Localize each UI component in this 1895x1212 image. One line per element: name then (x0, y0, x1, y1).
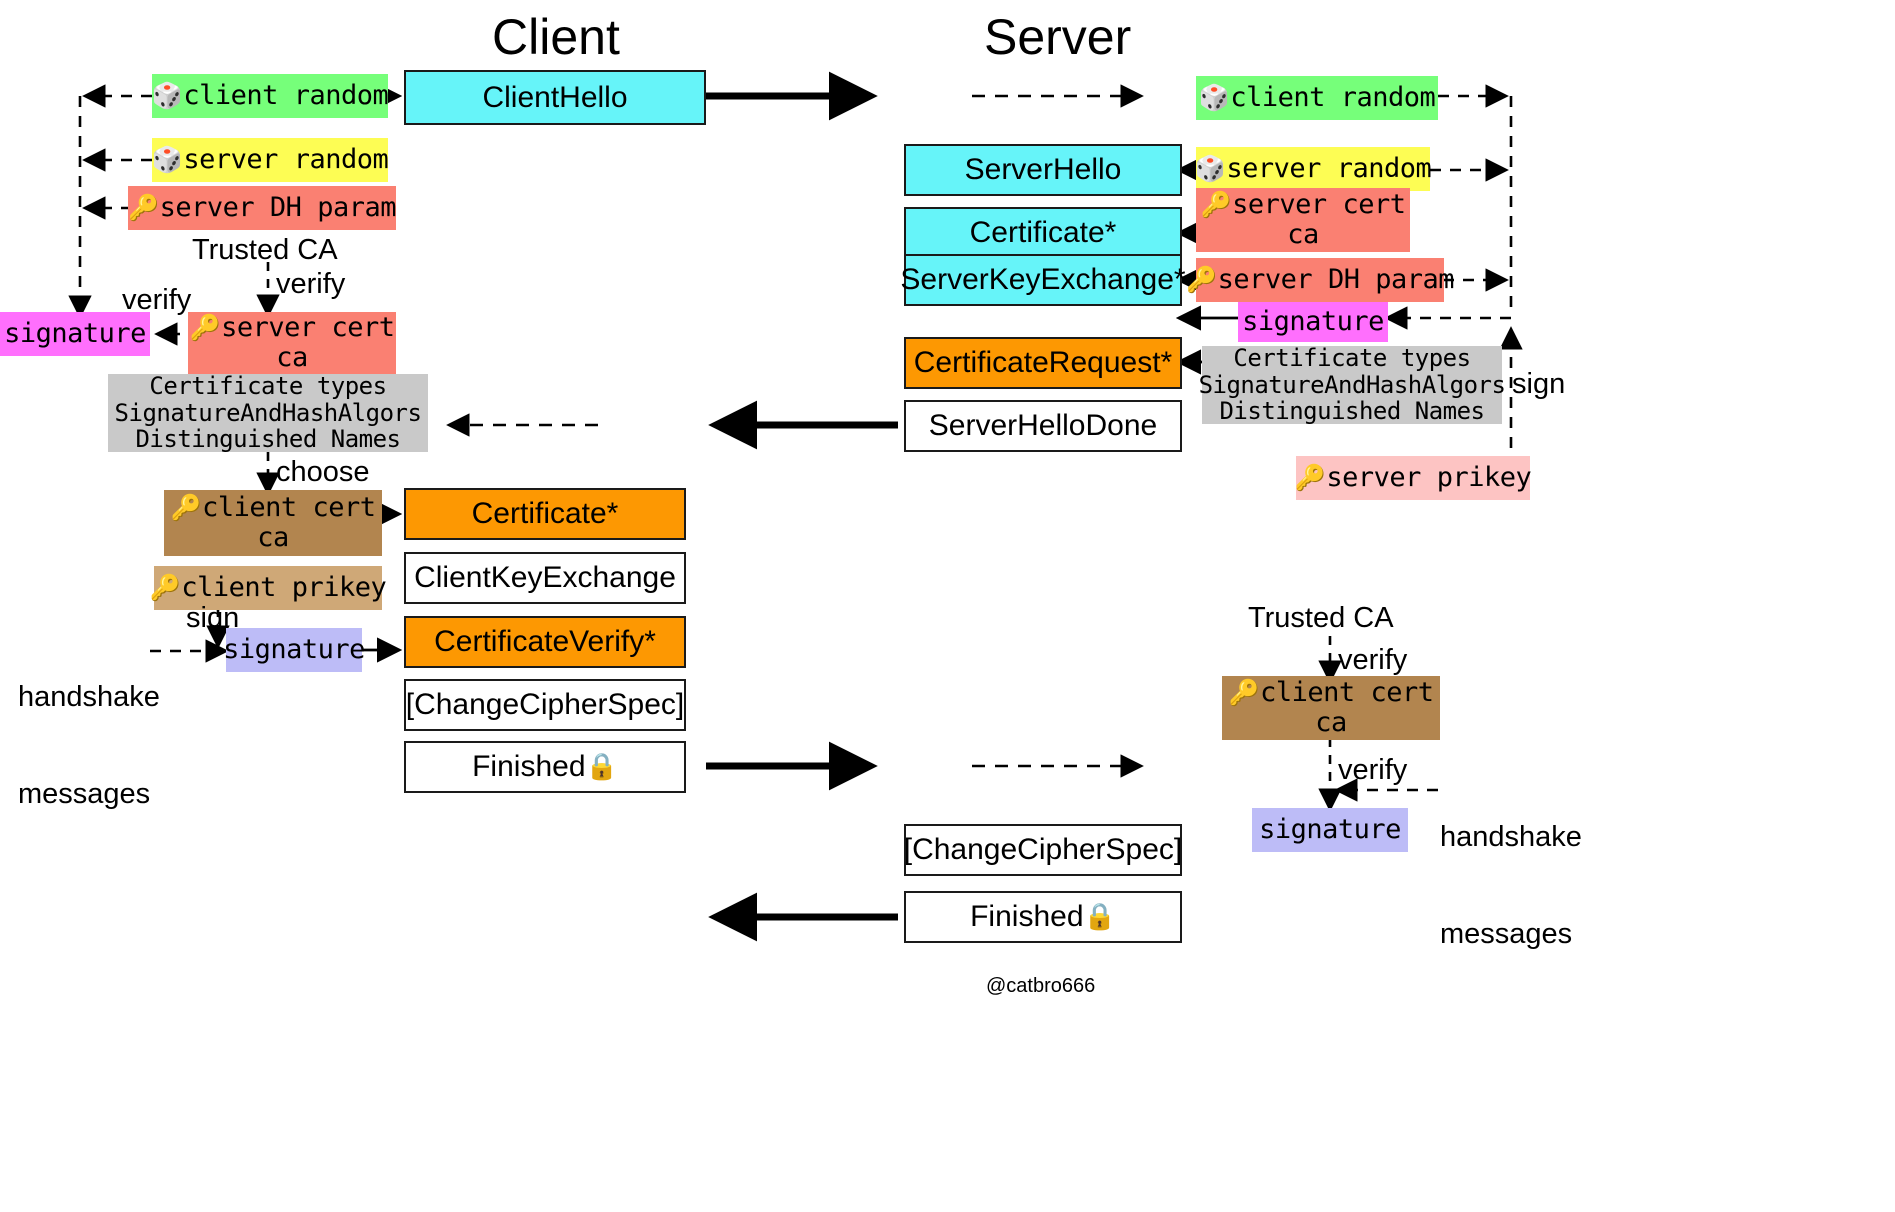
chip-server-dh-param: 🔑 server DH param (128, 186, 396, 230)
message-server-hello[interactable]: ServerHello (904, 144, 1182, 196)
page-title-client: Client (492, 9, 620, 65)
message-server-hello-done[interactable]: ServerHelloDone (904, 400, 1182, 452)
chip-server-random: 🎲 server random (151, 138, 389, 182)
handshake-line2: messages (1440, 918, 1573, 951)
chip-server-client-random: 🎲 client random (1196, 76, 1438, 120)
label-verify-client-signature: verify (1338, 754, 1408, 786)
dice-icon: 🎲 (151, 81, 183, 110)
chip-server-client-signature: signature (1252, 808, 1408, 852)
message-server-certificate[interactable]: Certificate* (904, 207, 1182, 259)
key-icon: 🔑 (1186, 265, 1217, 294)
key-icon: 🔑 (189, 312, 221, 342)
message-client-hello[interactable]: ClientHello (404, 70, 706, 125)
key-icon: 🔑 (1228, 677, 1260, 707)
message-client-finished[interactable]: Finished 🔒 (404, 741, 686, 793)
lock-icon: 🔒 (585, 752, 618, 782)
chip-server-dh-param-server: 🔑 server DH param (1186, 258, 1455, 302)
key-icon: 🔑 (170, 492, 202, 522)
dice-icon: 🎲 (151, 145, 183, 174)
message-certificate-request[interactable]: CertificateRequest* (904, 337, 1182, 389)
chip-client-cert-line2: ca (257, 522, 289, 553)
message-client-key-exchange[interactable]: ClientKeyExchange (404, 552, 686, 604)
chip-client-signature-label: signature (223, 633, 365, 665)
lock-icon: 🔒 (1083, 902, 1116, 932)
chip-server-prikey: 🔑 server prikey (1294, 456, 1532, 500)
chip-server-cert-line1: server cert (221, 311, 395, 343)
chip-server-random-label: server random (183, 143, 389, 175)
label-verify-client-cert: verify (1338, 644, 1408, 676)
cert-types-line: Certificate types (1233, 343, 1471, 372)
key-icon: 🔑 (1200, 189, 1232, 219)
distinguished-names-line: Distinguished Names (135, 425, 401, 454)
dice-icon: 🎲 (1194, 154, 1226, 183)
message-client-finished-label: Finished (472, 750, 586, 783)
chip-server-server-cert-line1: server cert (1232, 188, 1406, 220)
chip-server-dh-param-server-label: server DH param (1217, 263, 1455, 295)
handshake-line2: messages (18, 778, 151, 811)
label-handshake-messages-client: handshake messages (18, 616, 160, 876)
label-verify-signature-client: verify (122, 284, 192, 316)
chip-server-client-cert: 🔑 client cert ca (1222, 676, 1440, 740)
chip-client-cert: 🔑 client cert ca (164, 490, 382, 556)
message-server-finished[interactable]: Finished 🔒 (904, 891, 1182, 943)
label-sign-server: sign (1512, 368, 1566, 400)
chip-client-cert-line1: client cert (202, 491, 376, 523)
handshake-line1: handshake (18, 680, 160, 713)
label-handshake-messages-server: handshake messages (1440, 756, 1582, 1016)
dice-icon: 🎲 (1198, 83, 1230, 112)
chip-server-client-random-label: client random (1230, 81, 1436, 113)
tls-handshake-diagram: Client Server 🎲 client random 🎲 server ran… (0, 0, 1895, 1212)
cert-types-line: Certificate types (149, 371, 387, 400)
chip-server-prikey-label: server prikey (1326, 461, 1532, 493)
label-sign-client: sign (186, 602, 240, 634)
chip-server-server-cert: 🔑 server cert ca (1196, 188, 1410, 252)
message-server-key-exchange[interactable]: ServerKeyExchange* (900, 254, 1186, 306)
handshake-line1: handshake (1440, 820, 1582, 853)
chip-cert-request-params-client: Certificate types SignatureAndHashAlgors… (108, 371, 428, 454)
message-client-change-cipher-spec[interactable]: [ChangeCipherSpec] (404, 679, 686, 731)
message-certificate-verify[interactable]: CertificateVerify* (404, 616, 686, 668)
label-choose-client-cert: choose (276, 456, 370, 488)
watermark: @catbro666 (986, 975, 1096, 997)
message-server-change-cipher-spec[interactable]: [ChangeCipherSpec] (904, 824, 1182, 876)
label-verify-ca-client: verify (276, 268, 346, 300)
chip-server-server-cert-line2: ca (1287, 219, 1319, 250)
chip-server-dh-param-label: server DH param (159, 191, 397, 223)
chip-server-signature: signature (1238, 302, 1388, 342)
chip-server-server-random-label: server random (1226, 152, 1432, 184)
chip-server-signature-label: signature (1242, 305, 1384, 337)
key-icon: 🔑 (128, 193, 159, 222)
message-server-finished-label: Finished (970, 900, 1084, 933)
chip-cert-request-params-server: Certificate types SignatureAndHashAlgors… (1199, 343, 1506, 426)
message-client-certificate[interactable]: Certificate* (404, 488, 686, 540)
chip-client-random-label: client random (183, 79, 389, 111)
distinguished-names-line: Distinguished Names (1219, 397, 1485, 426)
label-trusted-ca-server: Trusted CA (1248, 602, 1394, 634)
chip-server-cert-client: 🔑 server cert ca (188, 312, 396, 374)
chip-server-client-cert-line1: client cert (1260, 676, 1434, 708)
page-title-server: Server (984, 9, 1132, 65)
chip-client-prikey-label: client prikey (181, 571, 387, 603)
key-icon: 🔑 (1294, 463, 1326, 492)
chip-server-client-signature-label: signature (1259, 813, 1401, 845)
sig-hash-algors-line: SignatureAndHashAlgors (114, 398, 422, 427)
chip-signature-client-label: signature (4, 317, 146, 349)
chip-server-cert-line2: ca (276, 342, 308, 373)
label-trusted-ca-client: Trusted CA (192, 234, 338, 266)
chip-signature-client: signature (0, 312, 150, 356)
chip-server-server-random: 🎲 server random (1194, 147, 1432, 191)
chip-client-random: 🎲 client random (151, 74, 389, 118)
chip-client-signature: signature (223, 628, 365, 672)
key-icon: 🔑 (149, 573, 181, 602)
chip-server-client-cert-line2: ca (1315, 707, 1347, 738)
sig-hash-algors-line: SignatureAndHashAlgors (1198, 370, 1506, 399)
